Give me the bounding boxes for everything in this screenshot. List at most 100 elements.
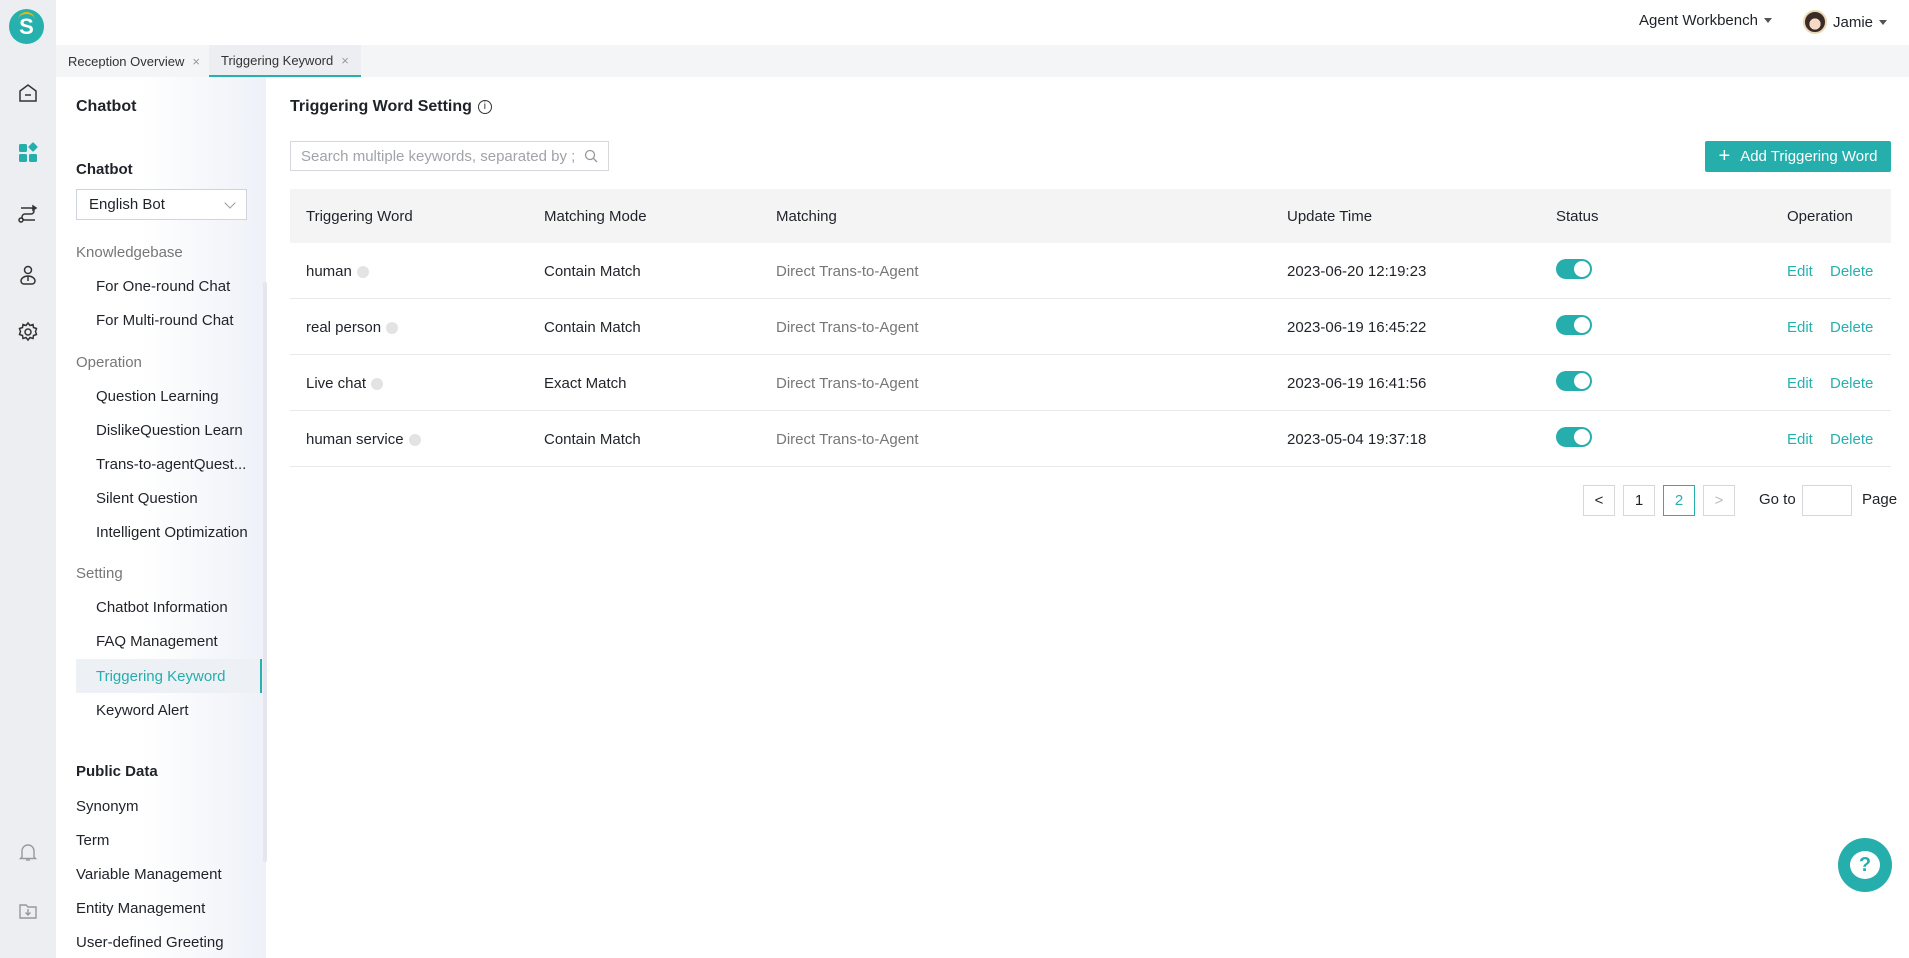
sidebar-item-silent-question[interactable]: Silent Question	[96, 490, 198, 507]
col-triggering-word: Triggering Word	[306, 208, 413, 225]
bell-icon[interactable]	[14, 838, 42, 866]
cell-word: human	[306, 263, 369, 280]
close-icon[interactable]: ×	[341, 53, 349, 68]
gear-icon[interactable]	[14, 318, 42, 346]
sidebar-item-term[interactable]: Term	[76, 832, 109, 849]
left-rail: S	[0, 0, 56, 958]
cell-matching: Direct Trans-to-Agent	[776, 319, 919, 336]
goto-label: Go to	[1759, 491, 1796, 508]
workbench-label: Agent Workbench	[1639, 12, 1758, 29]
page-title: Triggering Word Setting i	[290, 98, 492, 116]
delete-link[interactable]: Delete	[1830, 375, 1873, 392]
table-row: human Contain Match Direct Trans-to-Agen…	[290, 243, 1891, 299]
cell-mode: Contain Match	[544, 263, 641, 280]
search-input[interactable]: Search multiple keywords, separated by ;	[290, 141, 609, 171]
sidebar-item-triggering-keyword[interactable]: Triggering Keyword	[96, 668, 226, 685]
delete-link[interactable]: Delete	[1830, 263, 1873, 280]
group-operation: Operation	[76, 354, 142, 371]
more-icon[interactable]	[371, 378, 384, 391]
edit-link[interactable]: Edit	[1787, 431, 1813, 448]
search-icon[interactable]	[584, 149, 598, 163]
col-status: Status	[1556, 208, 1599, 225]
page-2-button[interactable]: 2	[1663, 485, 1695, 516]
prev-page-button[interactable]: <	[1583, 485, 1615, 516]
sidebar-item-intelligent-optimization[interactable]: Intelligent Optimization	[96, 524, 248, 541]
add-button-label: Add Triggering Word	[1740, 148, 1878, 165]
route-icon[interactable]	[14, 200, 42, 228]
cell-matching: Direct Trans-to-Agent	[776, 431, 919, 448]
sidebar-item-user-defined-greeting[interactable]: User-defined Greeting	[76, 934, 224, 951]
main-content: Triggering Word Setting i Search multiple…	[266, 77, 1909, 958]
cell-mode: Contain Match	[544, 319, 641, 336]
word-text: real person	[306, 319, 382, 336]
top-header: Agent Workbench Jamie	[56, 0, 1909, 45]
col-operation: Operation	[1787, 208, 1853, 225]
sidebar-item-chatbot-information[interactable]: Chatbot Information	[96, 599, 228, 616]
cell-word: Live chat	[306, 375, 384, 392]
chevron-down-icon	[224, 196, 236, 209]
sidebar-item-question-learning[interactable]: Question Learning	[96, 388, 219, 405]
table-row: human service Contain Match Direct Trans…	[290, 411, 1891, 467]
cell-matching: Direct Trans-to-Agent	[776, 375, 919, 392]
help-button[interactable]: ?	[1838, 838, 1892, 892]
page-title-text: Triggering Word Setting	[290, 98, 472, 115]
sidebar-item-synonym[interactable]: Synonym	[76, 798, 139, 815]
help-icon: ?	[1850, 851, 1880, 879]
add-triggering-word-button[interactable]: + Add Triggering Word	[1705, 141, 1891, 172]
user-menu[interactable]: Jamie	[1803, 10, 1888, 34]
col-update-time: Update Time	[1287, 208, 1373, 225]
more-icon[interactable]	[386, 322, 399, 335]
word-text: human	[306, 263, 352, 280]
cell-mode: Contain Match	[544, 431, 641, 448]
sidebar-item-dislike-question-learn[interactable]: DislikeQuestion Learn	[96, 422, 243, 439]
table-header: Triggering Word Matching Mode Matching U…	[290, 189, 1891, 243]
table-row: Live chat Exact Match Direct Trans-to-Ag…	[290, 355, 1891, 411]
cell-update-time: 2023-06-19 16:45:22	[1287, 319, 1427, 336]
delete-link[interactable]: Delete	[1830, 431, 1873, 448]
status-toggle[interactable]	[1556, 427, 1592, 447]
edit-link[interactable]: Edit	[1787, 319, 1813, 336]
table-row: real person Contain Match Direct Trans-t…	[290, 299, 1891, 355]
agent-icon[interactable]	[14, 261, 42, 289]
edit-link[interactable]: Edit	[1787, 263, 1813, 280]
tab-label: Triggering Keyword	[221, 52, 334, 68]
col-matching-mode: Matching Mode	[544, 208, 647, 225]
goto-page-input[interactable]	[1802, 485, 1852, 516]
page-1-button[interactable]: 1	[1623, 485, 1655, 516]
chatbot-label: Chatbot	[76, 161, 133, 178]
edit-link[interactable]: Edit	[1787, 375, 1813, 392]
cell-word: real person	[306, 319, 399, 336]
download-folder-icon[interactable]	[14, 897, 42, 925]
word-text: Live chat	[306, 375, 367, 392]
sidebar-item-entity-management[interactable]: Entity Management	[76, 900, 205, 917]
sidebar-item-multi-round-chat[interactable]: For Multi-round Chat	[96, 312, 234, 329]
close-icon[interactable]: ×	[192, 54, 200, 69]
tab-reception-overview[interactable]: Reception Overview ×	[56, 45, 212, 77]
chatbot-select[interactable]: English Bot	[76, 189, 247, 220]
home-icon[interactable]	[14, 79, 42, 107]
sidebar-item-keyword-alert[interactable]: Keyword Alert	[96, 702, 189, 719]
group-setting: Setting	[76, 565, 123, 582]
tab-triggering-keyword[interactable]: Triggering Keyword ×	[209, 45, 361, 77]
status-toggle[interactable]	[1556, 315, 1592, 335]
cell-matching: Direct Trans-to-Agent	[776, 263, 919, 280]
secondary-sidebar: Chatbot Chatbot English Bot Knowledgebas…	[56, 77, 267, 958]
sidebar-item-variable-management[interactable]: Variable Management	[76, 866, 222, 883]
more-icon[interactable]	[356, 266, 369, 279]
more-icon[interactable]	[408, 434, 421, 447]
workbench-dropdown[interactable]: Agent Workbench	[1639, 12, 1772, 29]
sidebar-item-one-round-chat[interactable]: For One-round Chat	[96, 278, 230, 295]
sidebar-item-faq-management[interactable]: FAQ Management	[96, 633, 218, 650]
next-page-button[interactable]: >	[1703, 485, 1735, 516]
status-toggle[interactable]	[1556, 371, 1592, 391]
delete-link[interactable]: Delete	[1830, 319, 1873, 336]
group-public-data: Public Data	[76, 763, 158, 780]
sidebar-item-trans-to-agent-question[interactable]: Trans-to-agentQuest...	[96, 456, 246, 473]
cell-update-time: 2023-05-04 19:37:18	[1287, 431, 1427, 448]
apps-icon[interactable]	[14, 139, 42, 167]
avatar	[1803, 10, 1827, 34]
app-logo[interactable]: S	[9, 9, 44, 44]
info-icon[interactable]: i	[477, 100, 492, 114]
status-toggle[interactable]	[1556, 259, 1592, 279]
col-matching: Matching	[776, 208, 837, 225]
